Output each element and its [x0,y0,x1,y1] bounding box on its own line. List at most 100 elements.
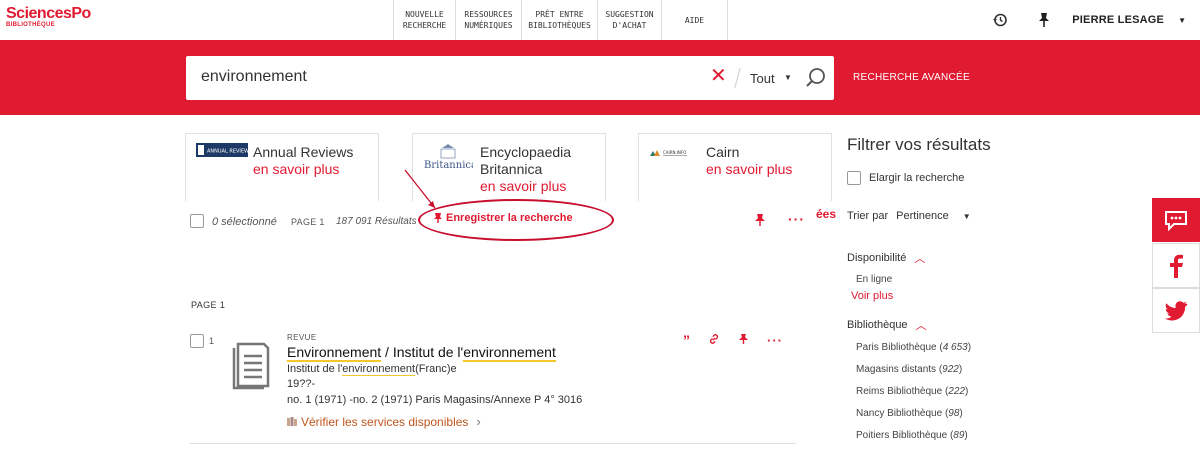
sort-select[interactable]: Pertinence [896,210,949,222]
result-number: 1 [209,336,215,346]
nav-digital-resources[interactable]: RESSOURCES NUMÉRIQUES [456,0,522,40]
cairn-logo: CAIRN.INFO [649,145,693,163]
card-more-link[interactable]: en savoir plus [253,161,339,177]
expand-search-checkbox[interactable] [847,171,861,185]
facet-option-label: Magasins distants [856,364,937,375]
main-nav: NOUVELLE RECHERCHE RESSOURCES NUMÉRIQUES… [393,0,728,40]
annual-reviews-logo: ANNUAL REVIEWS [196,143,252,162]
verify-label: Vérifier les services disponibles [301,414,469,429]
results-count: 187 091 Résultats [336,216,417,227]
expand-search-label: Elargir la recherche [869,172,965,184]
svg-text:ANNUAL REVIEWS: ANNUAL REVIEWS [207,149,248,155]
see-more-link[interactable]: Voir plus [851,290,893,302]
nav-help[interactable]: AIDE [662,0,728,40]
top-bar: SciencesPo BIBLIOTHÈQUE NOUVELLE RECHERC… [0,0,1200,40]
card-more-link[interactable]: en savoir plus [706,161,792,177]
chevron-down-icon[interactable]: ▼ [1178,16,1186,25]
sciencespo-logo[interactable]: SciencesPo BIBLIOTHÈQUE [6,6,91,29]
facet-count: 922 [942,364,959,375]
more-options-icon[interactable]: ··· [767,333,783,348]
expand-search-option[interactable]: Elargir la recherche [847,171,964,185]
author-text: Institut de l' [287,363,343,375]
card-title: Annual Reviews [253,144,354,160]
filters-title: Filtrer vos résultats [847,135,991,154]
title-text: / Institut de l' [381,344,464,360]
search-band: environnement ✕ Tout ▼ RECHERCHE AVANCÉE [0,40,1200,115]
link-icon[interactable] [708,333,720,348]
sort-control: Trier par Pertinence ▼ [847,210,971,222]
facet-label: Bibliothèque [847,319,908,331]
clear-icon[interactable]: ✕ [710,66,727,86]
card-title-line1: Encyclopaedia [480,144,572,160]
facet-option-label: Poitiers Bibliothèque [856,430,948,441]
truncated-label: ées [816,207,837,221]
annotation-ellipse [418,199,614,241]
result-type: REVUE [287,333,317,342]
pin-results-icon[interactable] [754,213,766,232]
chevron-down-icon[interactable]: ▼ [784,73,792,82]
chevron-right-icon: › [476,414,481,429]
card-more-link[interactable]: en savoir plus [480,178,566,194]
facet-option-label: Paris Bibliothèque [856,342,937,353]
facet-option[interactable]: Poitiers Bibliothèque (89) [856,430,968,441]
chevron-down-icon[interactable]: ▼ [963,212,971,221]
facet-count: 89 [953,430,965,441]
author-highlight: environnement [342,363,416,376]
result-title[interactable]: Environnement / Institut de l'environnem… [287,344,556,362]
divider [734,68,741,88]
nav-interlibrary-loan[interactable]: PRÊT ENTRE BIBLIOTHÈQUES [522,0,598,40]
author-text: (Franc)e [415,363,457,375]
facebook-icon [1170,254,1183,278]
facet-option[interactable]: Nancy Bibliothèque (98) [856,408,963,419]
quote-icon[interactable]: ” [683,332,690,348]
search-box: environnement ✕ Tout ▼ [186,56,834,100]
facet-option[interactable]: En ligne [856,274,892,285]
logo-text: SciencesPo [6,5,91,22]
nav-purchase-suggestion[interactable]: SUGGESTION D'ACHAT [598,0,662,40]
pin-icon[interactable] [738,333,749,348]
result-item: 1 REVUE Environnement / Institut de l'en… [190,332,796,444]
chat-icon [1165,211,1187,231]
facet-label: Disponibilité [847,252,907,264]
facet-option[interactable]: Magasins distants (922) [856,364,962,375]
facet-count: 222 [948,386,965,397]
pin-icon[interactable] [1034,10,1054,30]
page-heading: PAGE 1 [191,300,226,310]
verify-services-link[interactable]: Vérifier les services disponibles › [287,414,481,429]
result-date: 19??- [287,378,316,390]
twitter-button[interactable] [1152,288,1200,333]
user-name[interactable]: PIERRE LESAGE [1072,14,1164,26]
facet-option[interactable]: Paris Bibliothèque (4 653) [856,342,971,353]
advanced-search-link[interactable]: RECHERCHE AVANCÉE [853,72,970,83]
card-link-wrap: en savoir plus [480,178,566,195]
availability-facet-header[interactable]: Disponibilité ︿ [847,250,925,266]
facebook-button[interactable] [1152,243,1200,288]
journal-icon [232,338,272,395]
library-facet-header[interactable]: Bibliothèque ︿ [847,317,927,333]
scope-select[interactable]: Tout [750,71,775,86]
svg-text:CAIRN.INFO: CAIRN.INFO [663,150,686,155]
card-link-wrap: en savoir plus [253,161,339,178]
chevron-up-icon: ︿ [914,253,926,265]
card-link-wrap: en savoir plus [706,161,792,178]
result-author: Institut de l'environnement(Franc)e [287,363,457,376]
chat-button[interactable] [1152,198,1200,243]
history-icon[interactable] [990,10,1010,30]
card-title: Encyclopaedia Britannica [480,144,571,178]
resource-card-annual-reviews[interactable]: ANNUAL REVIEWS Annual Reviews en savoir … [185,133,379,201]
logo-subtext: BIBLIOTHÈQUE [6,22,55,28]
book-icon [287,417,297,426]
title-highlight: environnement [463,344,556,362]
select-all-checkbox[interactable] [190,214,204,228]
twitter-icon [1165,300,1188,320]
search-icon[interactable] [804,66,828,90]
facet-option-label: Nancy Bibliothèque [856,408,943,419]
result-holdings: no. 1 (1971) -no. 2 (1971) Paris Magasin… [287,394,583,406]
nav-new-search[interactable]: NOUVELLE RECHERCHE [394,0,456,40]
resource-card-cairn[interactable]: CAIRN.INFO Cairn en savoir plus [638,133,832,201]
result-checkbox[interactable] [190,334,204,348]
selected-count: 0 sélectionné [212,216,277,228]
more-options-icon[interactable]: ··· [788,211,805,227]
search-input[interactable]: environnement [201,68,307,86]
facet-option[interactable]: Reims Bibliothèque (222) [856,386,968,397]
